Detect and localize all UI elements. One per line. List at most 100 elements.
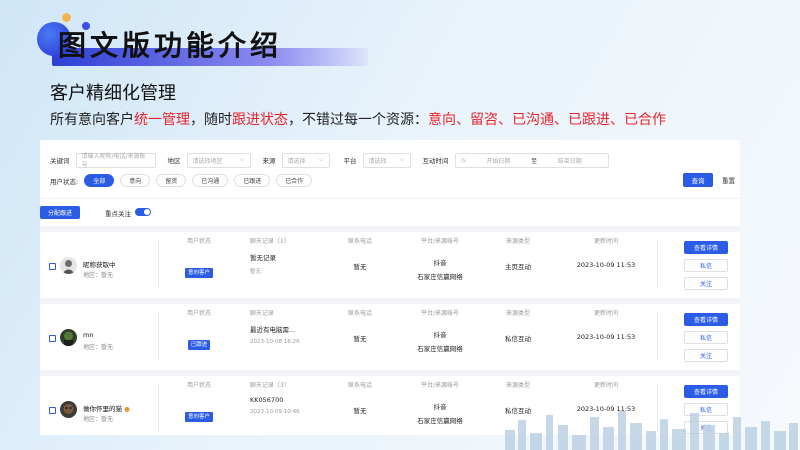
- keyword-placeholder: 请输入昵称/电话/来源账号: [81, 153, 146, 169]
- chat-time: 暂无: [250, 269, 262, 275]
- row-checkbox[interactable]: [49, 335, 56, 342]
- chevron-down-icon: ⌵: [399, 156, 405, 163]
- desc-part-highlight: 意向、留咨、已沟通、已跟进、已合作: [428, 112, 666, 128]
- avatar: [60, 257, 77, 274]
- phone-value: 暂无: [353, 407, 367, 415]
- region-label: 地区: [167, 157, 181, 165]
- source-type-header: 来源类型: [505, 382, 530, 389]
- platform-header: 平台/来源账号: [420, 310, 460, 317]
- divider: [158, 312, 159, 360]
- status-header: 用户状态: [186, 238, 211, 245]
- chat-header: 聊天记录（3）: [250, 382, 290, 389]
- status-pill-contacted[interactable]: 已沟通: [192, 174, 229, 187]
- desc-part-highlight: 跟进状态: [232, 112, 288, 128]
- status-pill-followed[interactable]: 已跟进: [234, 174, 271, 187]
- row-checkbox[interactable]: [49, 407, 56, 414]
- clock-icon: ◷: [460, 156, 466, 164]
- end-date-placeholder: 结束日期: [557, 157, 582, 165]
- platform-value: 抖音: [433, 403, 447, 411]
- view-detail-button[interactable]: 查看详情: [684, 385, 728, 398]
- source-type-header: 来源类型: [505, 310, 530, 317]
- status-badge: 意向客户: [184, 412, 213, 422]
- account-value: 石家庄信赢网络: [417, 345, 463, 353]
- view-detail-button[interactable]: 查看详情: [684, 313, 728, 326]
- chevron-down-icon: ⌵: [239, 156, 245, 163]
- update-time-header: 更新时间: [593, 310, 618, 317]
- source-type-value: 私信互动: [505, 335, 531, 343]
- status-header: 用户状态: [186, 310, 211, 317]
- desc-part: ，不错过每一个资源：: [288, 112, 428, 128]
- phone-header: 联系电话: [347, 382, 372, 389]
- region-placeholder: 请选择地区: [192, 157, 223, 165]
- source-label: 来源: [262, 157, 276, 165]
- customer-name: 昵称获取中: [83, 261, 116, 269]
- customer-card: mn 地区：暂无 用户状态 已跟进 聊天记录 最近有电脑需... 2023-10…: [40, 304, 740, 370]
- status-pill-lead[interactable]: 留资: [156, 174, 187, 187]
- update-time-header: 更新时间: [593, 238, 618, 245]
- status-badge: 意向客户: [184, 268, 213, 278]
- city-skyline-decoration: [505, 411, 798, 450]
- platform-placeholder: 请选择: [368, 157, 387, 165]
- status-pill-cooperated[interactable]: 已合作: [276, 174, 313, 187]
- divider: [40, 198, 740, 199]
- platform-header: 平台/来源账号: [420, 382, 460, 389]
- date-range-input[interactable]: ◷ 开始日期 至 结束日期: [454, 152, 609, 168]
- filter-row: 关键词 请输入昵称/电话/来源账号 地区 请选择地区 ⌵ 来源 请选择 ⌵ 平台 请…: [50, 152, 609, 169]
- focus-label: 重点关注: [105, 210, 131, 218]
- region-select[interactable]: 请选择地区 ⌵: [186, 152, 251, 168]
- avatar: [60, 401, 77, 418]
- phone-value: 暂无: [353, 335, 367, 343]
- desc-part: 所有意向客户: [50, 112, 134, 128]
- divider: [158, 240, 159, 288]
- divider: [657, 312, 658, 360]
- divider: [158, 384, 159, 432]
- query-button[interactable]: 查询: [683, 173, 713, 187]
- platform-header: 平台/来源账号: [420, 238, 460, 245]
- chevron-down-icon: ⌵: [318, 156, 324, 163]
- phone-header: 联系电话: [347, 310, 372, 317]
- message-button[interactable]: 私信: [684, 331, 728, 344]
- time-label: 互动时间: [422, 157, 449, 165]
- divider: [657, 240, 658, 288]
- account-value: 石家庄信赢网络: [417, 417, 463, 425]
- row-checkbox[interactable]: [49, 263, 56, 270]
- source-type-header: 来源类型: [505, 238, 530, 245]
- source-select[interactable]: 请选择 ⌵: [281, 152, 330, 168]
- desc-part-highlight: 统一管理: [134, 112, 190, 128]
- customer-area: 地区：暂无: [83, 416, 114, 423]
- platform-select[interactable]: 请选择 ⌵: [362, 152, 411, 168]
- cat-emoji-icon: ●: [124, 405, 130, 413]
- status-pill-all[interactable]: 全部: [84, 174, 115, 187]
- slide-description: 所有意向客户统一管理，随时跟进状态，不错过每一个资源：意向、留咨、已沟通、已跟进…: [50, 109, 666, 129]
- keyword-label: 关键词: [50, 157, 70, 165]
- customer-area: 地区：暂无: [83, 344, 114, 351]
- update-time-value: 2023-10-09 11:53: [576, 333, 636, 341]
- focus-toggle[interactable]: [135, 208, 151, 216]
- chat-preview: KK056700: [250, 396, 284, 404]
- decor-circle-orange: [62, 13, 71, 22]
- source-placeholder: 请选择: [287, 157, 306, 165]
- phone-value: 暂无: [353, 263, 367, 271]
- platform-label: 平台: [343, 157, 357, 165]
- customer-name: mn: [83, 331, 94, 339]
- view-detail-button[interactable]: 查看详情: [684, 241, 728, 254]
- follow-button[interactable]: 关注: [684, 349, 728, 362]
- follow-button[interactable]: 关注: [684, 277, 728, 290]
- crm-panel: 关键词 请输入昵称/电话/来源账号 地区 请选择地区 ⌵ 来源 请选择 ⌵ 平台 请…: [40, 140, 740, 435]
- account-value: 石家庄信赢网络: [417, 273, 463, 281]
- customer-name: 做你怀里的猫 ●: [83, 405, 130, 413]
- platform-value: 抖音: [433, 259, 447, 267]
- desc-part: ，随时: [190, 112, 232, 128]
- slide-title: 图文版功能介绍: [58, 29, 283, 62]
- status-filter-row: 用户状态: 全部 意向 留资 已沟通 已跟进 已合作: [50, 174, 313, 187]
- reset-button[interactable]: 重置: [722, 173, 740, 187]
- chat-header: 聊天记录（1）: [250, 238, 290, 245]
- chat-time: 2023-10-08 16:26: [250, 339, 300, 345]
- chat-preview: 最近有电脑需...: [250, 326, 296, 334]
- chat-time: 2023-10-09 10:46: [250, 409, 300, 415]
- message-button[interactable]: 私信: [684, 259, 728, 272]
- assign-follow-button[interactable]: 分配跟进: [40, 206, 80, 219]
- status-pill-intent[interactable]: 意向: [120, 174, 151, 187]
- keyword-input[interactable]: 请输入昵称/电话/来源账号: [75, 152, 156, 169]
- chat-preview: 暂无记录: [250, 254, 276, 262]
